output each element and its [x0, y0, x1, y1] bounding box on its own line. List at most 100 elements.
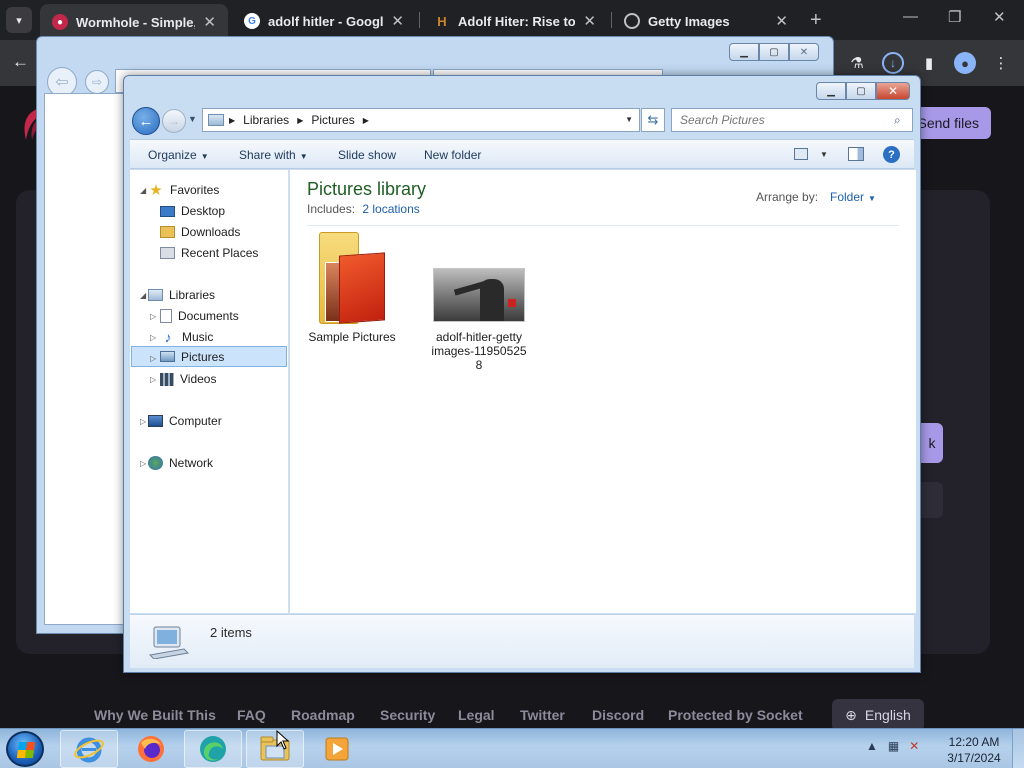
view-options-chevron-icon[interactable]: ▼: [820, 150, 828, 159]
ie-minimize-icon[interactable]: ▁: [729, 43, 759, 61]
downloads-folder-icon: [160, 226, 175, 238]
tab-history-article[interactable]: H Adolf Hiter: Rise to Po ✕: [422, 6, 608, 36]
footer-link-legal[interactable]: Legal: [458, 707, 495, 723]
ie-caption-buttons: ▁ ▢ ✕: [729, 43, 819, 61]
labs-flask-icon[interactable]: ⚗: [846, 52, 868, 74]
taskbar-internet-explorer[interactable]: [60, 730, 118, 768]
globe-favicon-icon: [624, 13, 640, 29]
folder-sample-pictures[interactable]: Sample Pictures: [304, 232, 400, 344]
tab-wormhole[interactable]: ● Wormhole - Simple, p ✕: [40, 4, 228, 40]
explorer-window[interactable]: ▁ ▢ ✕ ← → ▼ ▶ Libraries ▶ Pictures ▶ ▼ ⇆…: [123, 75, 921, 673]
breadcrumb-arrow-icon[interactable]: ▶: [229, 116, 235, 125]
footer-link-twitter[interactable]: Twitter: [520, 707, 565, 723]
image-file-item[interactable]: adolf-hitler-getty images-11950525 8: [431, 232, 527, 372]
start-button[interactable]: [6, 731, 44, 767]
chevron-down-icon: ▼: [299, 152, 308, 161]
arrange-by-dropdown[interactable]: Folder ▼: [830, 190, 876, 204]
share-with-button[interactable]: Share with ▼: [239, 148, 308, 162]
show-desktop-button[interactable]: [1012, 729, 1024, 768]
nav-downloads[interactable]: Downloads: [160, 222, 240, 242]
search-input[interactable]: [671, 108, 913, 132]
nav-network[interactable]: Network: [148, 453, 213, 473]
taskbar-windows-explorer[interactable]: [246, 730, 304, 768]
footer-link-discord[interactable]: Discord: [592, 707, 644, 723]
tab-search-button[interactable]: ▾: [6, 7, 32, 33]
tab-getty-images[interactable]: Getty Images ✕: [612, 6, 800, 36]
tab-close-icon[interactable]: ✕: [391, 12, 404, 30]
footer-link-socket[interactable]: Protected by Socket: [668, 707, 803, 723]
nav-documents[interactable]: Documents: [160, 306, 239, 326]
taskbar-firefox[interactable]: [122, 730, 180, 768]
taskbar-edge[interactable]: [184, 730, 242, 768]
new-folder-button[interactable]: New folder: [424, 148, 481, 162]
breadcrumb-arrow-icon[interactable]: ▶: [363, 116, 369, 125]
taskbar-media-player[interactable]: [308, 730, 366, 768]
tray-expand-icon[interactable]: ▲: [866, 739, 878, 753]
volume-muted-icon[interactable]: ✕: [909, 739, 919, 753]
nav-music[interactable]: ♪ Music: [160, 327, 214, 347]
side-panel-icon[interactable]: ▮: [918, 52, 940, 74]
change-view-icon[interactable]: [794, 148, 808, 160]
search-icon[interactable]: ⌕: [894, 113, 908, 127]
profile-avatar-icon[interactable]: ●: [954, 52, 976, 74]
footer-link-faq[interactable]: FAQ: [237, 707, 266, 723]
back-arrow-icon[interactable]: ←: [12, 52, 29, 72]
back-button[interactable]: ←: [132, 107, 160, 135]
footer-link-roadmap[interactable]: Roadmap: [291, 707, 355, 723]
expand-arrow-icon[interactable]: ▷: [140, 417, 146, 426]
expand-arrow-icon[interactable]: ▷: [150, 354, 156, 363]
footer-link-why[interactable]: Why We Built This: [94, 707, 216, 723]
help-icon[interactable]: ?: [883, 146, 900, 163]
language-label: English: [864, 707, 911, 723]
collapse-arrow-icon[interactable]: ◢: [140, 291, 146, 300]
expand-arrow-icon[interactable]: ▷: [150, 333, 156, 342]
address-bar[interactable]: ▶ Libraries ▶ Pictures ▶ ▼: [202, 108, 640, 132]
address-dropdown-icon[interactable]: ▼: [625, 115, 633, 124]
breadcrumb-libraries[interactable]: Libraries: [243, 113, 289, 127]
forward-button[interactable]: →: [162, 109, 186, 133]
network-status-icon[interactable]: ▦: [888, 739, 899, 753]
new-tab-button[interactable]: +: [810, 9, 822, 32]
collapse-arrow-icon[interactable]: ◢: [140, 186, 146, 195]
minimize-icon[interactable]: —: [903, 8, 918, 25]
nav-recent-places[interactable]: Recent Places: [160, 243, 258, 263]
arrange-by-label: Arrange by:: [756, 190, 819, 204]
ie-maximize-icon[interactable]: ▢: [759, 43, 789, 61]
system-clock[interactable]: 12:20 AM 3/17/2024: [940, 734, 1008, 766]
share-with-label: Share with: [239, 148, 296, 162]
close-icon[interactable]: ✕: [876, 82, 910, 100]
extension-icon[interactable]: ↓: [882, 52, 904, 74]
photo-thumbnail-icon: [433, 268, 525, 322]
nav-videos[interactable]: Videos: [160, 369, 216, 389]
footer-link-security[interactable]: Security: [380, 707, 435, 723]
refresh-button[interactable]: ⇆: [641, 108, 665, 132]
ie-close-icon[interactable]: ✕: [789, 43, 819, 61]
preview-pane-icon[interactable]: [848, 147, 864, 161]
recent-pages-chevron-icon[interactable]: ▼: [188, 114, 197, 124]
tab-close-icon[interactable]: ✕: [583, 12, 596, 30]
restore-icon[interactable]: ❐: [948, 8, 961, 26]
close-icon[interactable]: ✕: [993, 8, 1006, 26]
nav-label: Libraries: [169, 288, 216, 302]
nav-desktop[interactable]: Desktop: [160, 201, 225, 221]
menu-kebab-icon[interactable]: ⋮: [990, 52, 1012, 74]
language-button[interactable]: ⊕ English: [832, 699, 924, 731]
expand-arrow-icon[interactable]: ▷: [150, 312, 156, 321]
maximize-icon[interactable]: ▢: [846, 82, 876, 100]
locations-link[interactable]: 2 locations: [362, 202, 419, 216]
ie-forward-icon[interactable]: ⇨: [85, 70, 109, 94]
nav-libraries[interactable]: Libraries: [148, 285, 215, 305]
slide-show-button[interactable]: Slide show: [338, 148, 396, 162]
expand-arrow-icon[interactable]: ▷: [150, 375, 156, 384]
nav-computer[interactable]: Computer: [148, 411, 222, 431]
minimize-icon[interactable]: ▁: [816, 82, 846, 100]
tab-close-icon[interactable]: ✕: [775, 12, 788, 30]
tab-close-icon[interactable]: ✕: [203, 13, 216, 31]
breadcrumb-pictures[interactable]: Pictures: [311, 113, 354, 127]
organize-button[interactable]: Organize ▼: [148, 148, 209, 162]
tab-google-search[interactable]: G adolf hitler - Google S ✕: [232, 6, 416, 36]
expand-arrow-icon[interactable]: ▷: [140, 459, 146, 468]
nav-label: Music: [182, 330, 214, 344]
breadcrumb-arrow-icon[interactable]: ▶: [297, 116, 303, 125]
nav-favorites[interactable]: ★ Favorites: [148, 180, 219, 200]
